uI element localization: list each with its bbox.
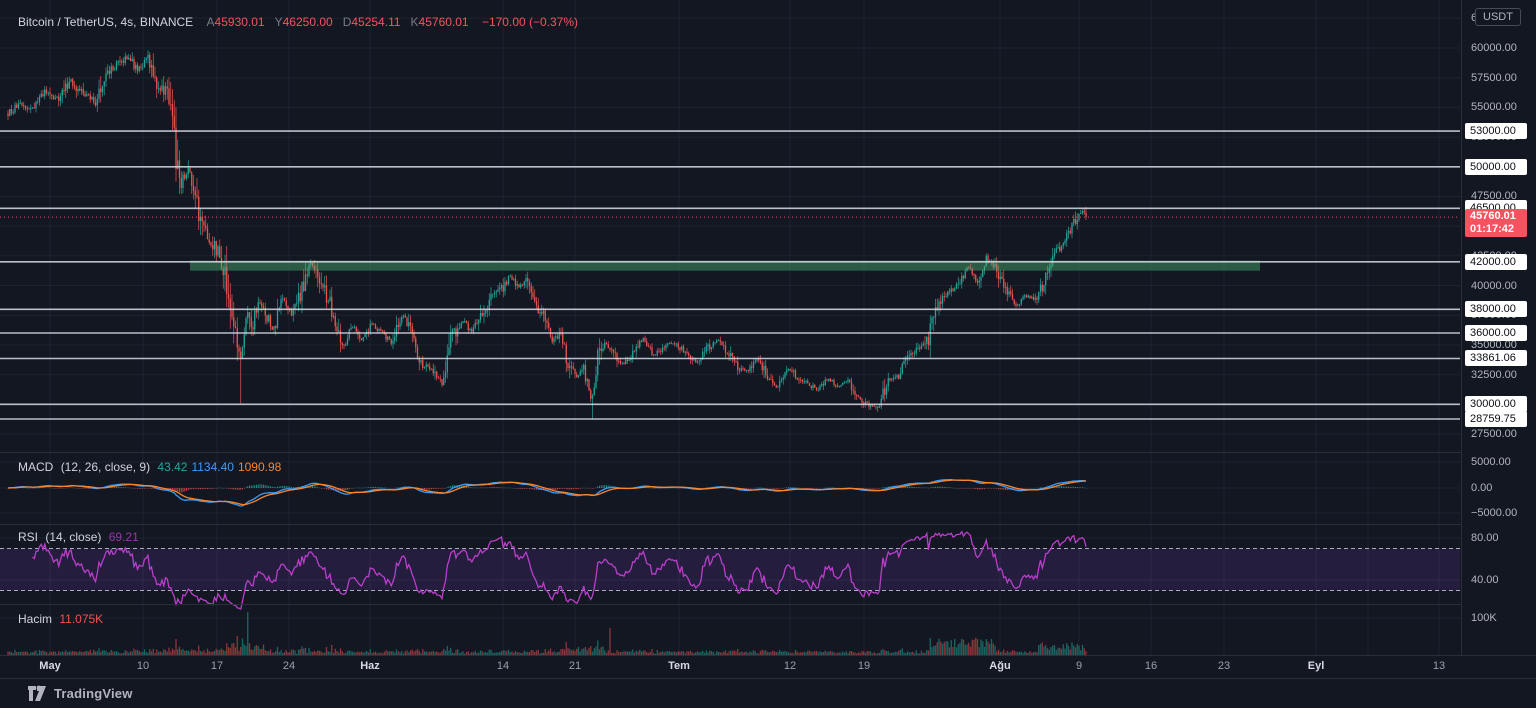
rsi-params: (14, close) (45, 530, 101, 544)
bar-countdown: 01:17:42 (1470, 223, 1522, 236)
symbol-legend[interactable]: Bitcoin / TetherUS, 4s, BINANCE A45930.0… (18, 15, 578, 29)
ohlc-value: 45760.01 (419, 15, 469, 29)
time-tick-label: Tem (668, 660, 690, 672)
price-level-badge[interactable]: 42000.00 (1465, 254, 1527, 270)
volume-title: Hacim (18, 612, 52, 626)
price-level-badge[interactable]: 33861.06 (1465, 350, 1527, 366)
rsi-legend[interactable]: RSI (14, close) 69.21 (18, 530, 139, 544)
time-tick-label: 9 (1076, 660, 1082, 672)
ohlc-label: Y (275, 15, 283, 29)
ohlc-value: 46250.00 (283, 15, 333, 29)
price-tick-label: 55000.00 (1471, 100, 1517, 114)
time-tick-label: 13 (1433, 660, 1445, 672)
macd-tick-label: −5000.00 (1471, 506, 1517, 520)
tradingview-logo-text: TradingView (54, 686, 133, 701)
ohlc-label: A (207, 15, 215, 29)
macd-tick-label: 5000.00 (1471, 455, 1511, 469)
price-change: −170.00 (−0.37%) (482, 15, 578, 29)
macd-params: (12, 26, close, 9) (61, 460, 150, 474)
chart-window: Bitcoin / TetherUS, 4s, BINANCE A45930.0… (0, 0, 1536, 708)
macd-value: 43.42 (157, 460, 187, 474)
price-tick-label: 40000.00 (1471, 279, 1517, 293)
volume-legend[interactable]: Hacim 11.075K (18, 612, 103, 626)
tradingview-logo-icon (28, 685, 47, 702)
price-tick-label: 27500.00 (1471, 427, 1517, 441)
time-axis[interactable]: May 10 17 24 Haz 14 21 Tem 12 19 Ağu 9 16 23 Eyl 13 (0, 655, 1536, 678)
ohlc-value: 45930.01 (215, 15, 265, 29)
time-tick-label: 19 (858, 660, 870, 672)
symbol-title: Bitcoin / TetherUS, 4s, BINANCE (18, 15, 193, 29)
bottom-toolbar: TradingView (0, 678, 1536, 708)
volume-tick-label: 100K (1471, 611, 1497, 625)
price-level-badge[interactable]: 50000.00 (1465, 159, 1527, 175)
tradingview-logo[interactable]: TradingView (28, 685, 133, 702)
time-tick-label: 24 (283, 660, 295, 672)
price-axis[interactable]: USDT 62500.0060000.0057500.0055000.00525… (1461, 0, 1536, 678)
macd-title: MACD (18, 460, 53, 474)
rsi-value: 69.21 (109, 530, 139, 544)
macd-tick-label: 0.00 (1471, 481, 1492, 495)
price-tick-label: 60000.00 (1471, 41, 1517, 55)
last-price-value: 45760.01 (1470, 210, 1522, 223)
ohlc-values: A45930.01Y46250.00D45254.11K45760.01 (197, 15, 469, 29)
rsi-plot (0, 532, 1460, 609)
time-tick-label: 17 (211, 660, 223, 672)
time-tick-label: 10 (137, 660, 149, 672)
time-tick-label: 12 (784, 660, 796, 672)
rsi-title: RSI (18, 530, 38, 544)
macd-value: 1090.98 (238, 460, 281, 474)
time-tick-label: 16 (1145, 660, 1157, 672)
horizontal-line-drawings[interactable] (0, 131, 1460, 419)
macd-legend[interactable]: MACD (12, 26, close, 9) 43.42 1134.40 1090… (18, 460, 281, 474)
price-level-badge[interactable]: 28759.75 (1465, 411, 1527, 427)
time-tick-label: 21 (569, 660, 581, 672)
price-tick-label: 57500.00 (1471, 71, 1517, 85)
ohlc-label: K (411, 15, 419, 29)
price-level-badge[interactable]: 38000.00 (1465, 301, 1527, 317)
price-level-badge[interactable]: 30000.00 (1465, 396, 1527, 412)
price-level-badge[interactable]: 36000.00 (1465, 325, 1527, 341)
time-tick-label: May (39, 660, 60, 672)
price-level-badge[interactable]: 53000.00 (1465, 123, 1527, 139)
ohlc-value: 45254.11 (351, 15, 400, 29)
currency-toggle-button[interactable]: USDT (1475, 8, 1521, 26)
time-tick-label: 14 (497, 660, 509, 672)
time-tick-label: Haz (360, 660, 380, 672)
rsi-tick-label: 40.00 (1471, 573, 1499, 587)
macd-value: 1134.40 (191, 460, 234, 474)
price-tick-label: 32500.00 (1471, 368, 1517, 382)
candles-layer (7, 50, 1086, 418)
time-tick-label: 23 (1218, 660, 1230, 672)
chart-canvas[interactable] (0, 0, 1536, 708)
time-tick-label: Eyl (1308, 660, 1325, 672)
rsi-tick-label: 80.00 (1471, 531, 1499, 545)
volume-value: 11.075K (59, 612, 103, 626)
macd-values: 43.42 1134.40 1090.98 (153, 460, 281, 474)
last-price-badge[interactable]: 45760.0101:17:42 (1465, 209, 1527, 237)
time-tick-label: Ağu (989, 660, 1010, 672)
macd-plot (8, 480, 1087, 506)
